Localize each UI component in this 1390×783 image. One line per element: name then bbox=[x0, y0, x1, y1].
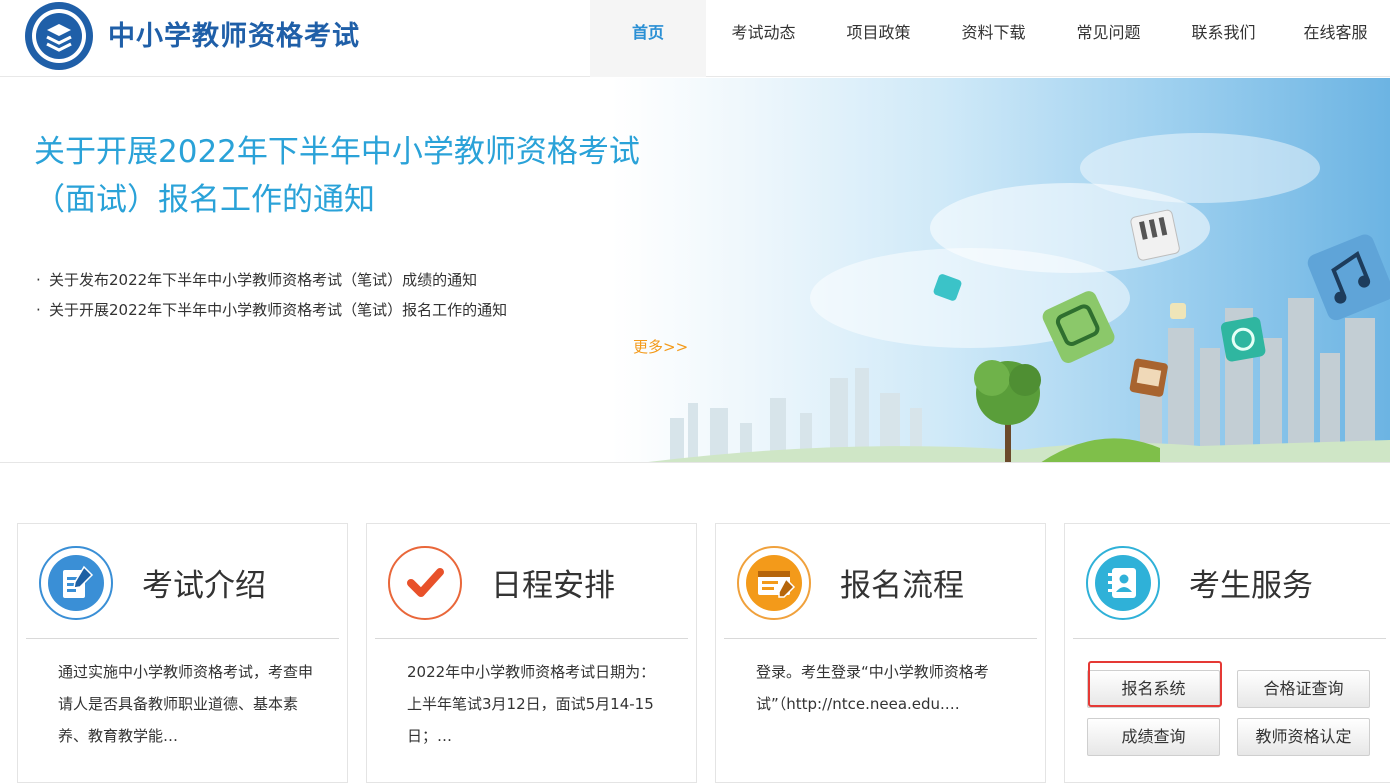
nav-downloads[interactable]: 资料下载 bbox=[936, 0, 1051, 77]
nav-online-service[interactable]: 在线客服 bbox=[1281, 0, 1390, 77]
hero-banner: 关于开展2022年下半年中小学教师资格考试（面试）报名工作的通知 · 关于发布20… bbox=[0, 78, 1390, 463]
card-header: 报名流程 bbox=[716, 524, 1045, 638]
divider bbox=[26, 638, 339, 639]
registration-system-button[interactable]: 报名系统 bbox=[1087, 670, 1220, 708]
card-candidate-services: 考生服务 报名系统 合格证查询 成绩查询 教师资格认定 bbox=[1064, 523, 1390, 783]
site-header: 中小学教师资格考试 首页 考试动态 项目政策 资料下载 常见问题 联系我们 在线… bbox=[0, 0, 1390, 77]
card-title: 报名流程 bbox=[840, 568, 964, 604]
bullet-icon: · bbox=[36, 271, 41, 289]
card-title: 考试介绍 bbox=[142, 568, 266, 604]
card-title: 日程安排 bbox=[491, 568, 615, 604]
card-header: 考试介绍 bbox=[18, 524, 347, 638]
divider bbox=[724, 638, 1037, 639]
more-link[interactable]: 更多>> bbox=[633, 336, 688, 357]
divider bbox=[375, 638, 688, 639]
news-list: · 关于发布2022年下半年中小学教师资格考试（笔试）成绩的通知 · 关于开展202… bbox=[36, 265, 507, 325]
contact-book-icon bbox=[1086, 546, 1160, 620]
news-item[interactable]: · 关于发布2022年下半年中小学教师资格考试（笔试）成绩的通知 bbox=[36, 265, 507, 295]
nav-contact[interactable]: 联系我们 bbox=[1166, 0, 1281, 77]
teacher-qualification-button[interactable]: 教师资格认定 bbox=[1237, 718, 1370, 756]
nav-faq[interactable]: 常见问题 bbox=[1051, 0, 1166, 77]
headline-link[interactable]: 关于开展2022年下半年中小学教师资格考试（面试）报名工作的通知 bbox=[34, 128, 674, 224]
news-item-label: 关于发布2022年下半年中小学教师资格考试（笔试）成绩的通知 bbox=[49, 271, 478, 289]
site-title[interactable]: 中小学教师资格考试 bbox=[108, 14, 360, 53]
card-registration-process[interactable]: 报名流程 登录。考生登录“中小学教师资格考试”（http://ntce.neea… bbox=[715, 523, 1046, 783]
nav-exam-news[interactable]: 考试动态 bbox=[706, 0, 821, 77]
card-exam-intro[interactable]: 考试介绍 通过实施中小学教师资格考试，考查申请人是否具备教师职业道德、基本素养、… bbox=[17, 523, 348, 783]
card-description: 通过实施中小学教师资格考试，考查申请人是否具备教师职业道德、基本素养、教育教学能… bbox=[58, 663, 314, 745]
form-window-icon bbox=[737, 546, 811, 620]
card-header: 考生服务 bbox=[1065, 524, 1390, 638]
card-header: 日程安排 bbox=[367, 524, 696, 638]
divider bbox=[1073, 638, 1386, 639]
certificate-query-button[interactable]: 合格证查询 bbox=[1237, 670, 1370, 708]
card-schedule[interactable]: 日程安排 2022年中小学教师资格考试日期为：上半年笔试3月12日，面试5月14… bbox=[366, 523, 697, 783]
bullet-icon: · bbox=[36, 301, 41, 319]
nav-home[interactable]: 首页 bbox=[590, 0, 706, 77]
score-query-button[interactable]: 成绩查询 bbox=[1087, 718, 1220, 756]
nav-policy[interactable]: 项目政策 bbox=[821, 0, 936, 77]
card-description: 2022年中小学教师资格考试日期为：上半年笔试3月12日，面试5月14-15日；… bbox=[407, 663, 656, 745]
card-title: 考生服务 bbox=[1189, 568, 1313, 604]
news-item[interactable]: · 关于开展2022年下半年中小学教师资格考试（笔试）报名工作的通知 bbox=[36, 295, 507, 325]
card-description: 登录。考生登录“中小学教师资格考试”（http://ntce.neea.edu.… bbox=[756, 663, 989, 713]
document-edit-icon bbox=[39, 546, 113, 620]
news-item-label: 关于开展2022年下半年中小学教师资格考试（笔试）报名工作的通知 bbox=[49, 301, 508, 319]
main-nav: 首页 考试动态 项目政策 资料下载 常见问题 联系我们 在线客服 bbox=[590, 0, 1390, 77]
banner-illustration bbox=[648, 133, 1390, 462]
emblem-logo[interactable] bbox=[20, 0, 98, 72]
checkmark-icon bbox=[388, 546, 462, 620]
